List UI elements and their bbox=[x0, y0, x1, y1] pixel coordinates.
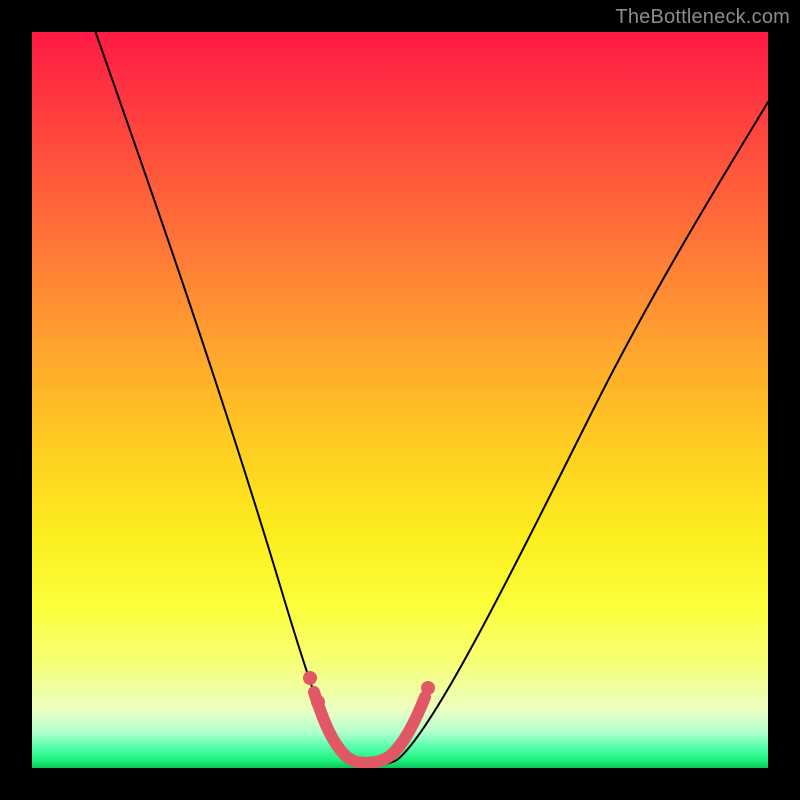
watermark-text: TheBottleneck.com bbox=[615, 6, 790, 29]
u-marker-dot bbox=[311, 695, 325, 709]
chart-frame: TheBottleneck.com bbox=[0, 0, 800, 800]
u-marker-dot bbox=[421, 681, 435, 695]
u-marker-dot bbox=[303, 671, 317, 685]
bottleneck-curve-svg bbox=[32, 32, 768, 768]
plot-area bbox=[32, 32, 768, 768]
bottleneck-curve bbox=[92, 32, 768, 766]
u-marker bbox=[314, 692, 425, 763]
